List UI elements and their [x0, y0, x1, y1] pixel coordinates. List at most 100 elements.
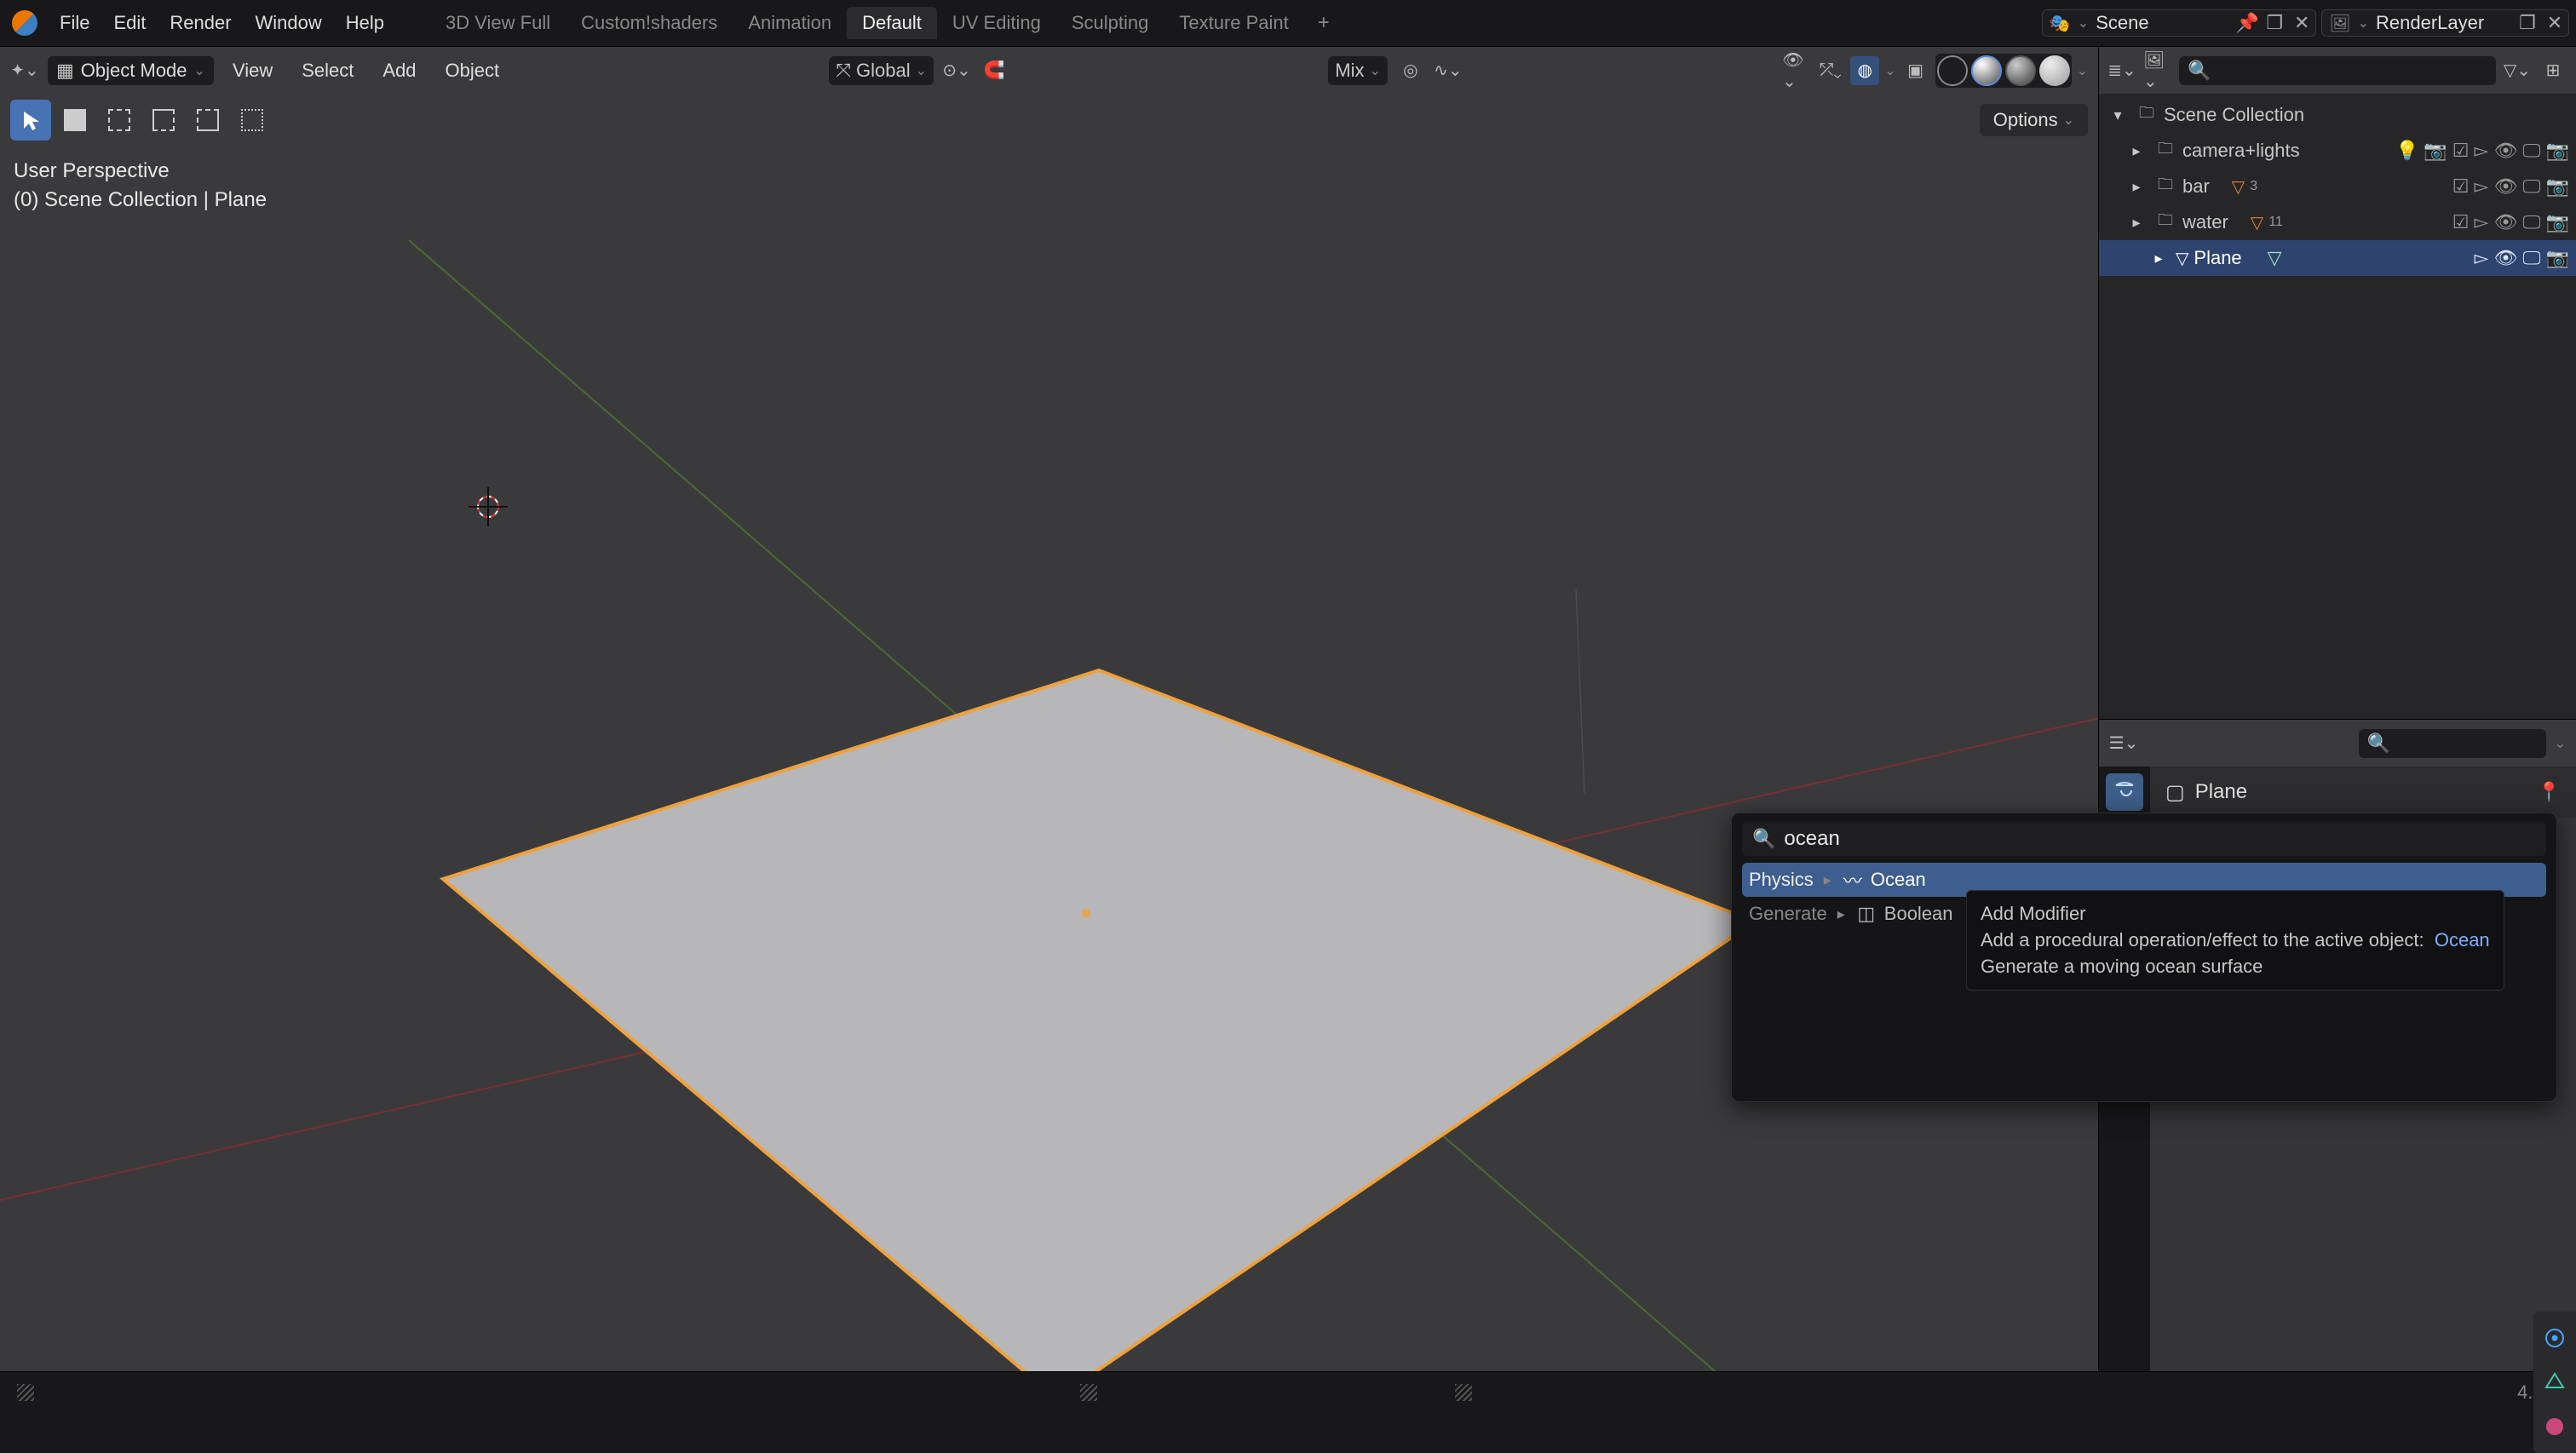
pin-icon[interactable]: 📍	[2538, 781, 2561, 803]
visibility-icon[interactable]: 👁⌄	[1782, 56, 1811, 85]
viewport-display-icon[interactable]: 🖵	[2522, 140, 2540, 162]
outliner-item[interactable]: ▸ 🗀 bar ▽ 3 ☑ ▻ 👁 🖵 📷	[2099, 169, 2576, 204]
outliner-editor-type-icon[interactable]: ≣⌄	[2107, 56, 2136, 85]
workspace-tab[interactable]: Sculpting	[1056, 7, 1164, 39]
visibility-icon[interactable]: 👁	[2493, 140, 2517, 162]
outliner-search[interactable]: 🔍	[2179, 56, 2496, 85]
gizmos-icon[interactable]: ⤱⌄	[1816, 56, 1845, 85]
workspace-tab[interactable]: 3D View Full	[430, 7, 566, 39]
viewport-menu-view[interactable]: View	[222, 56, 283, 85]
visibility-icon[interactable]: 👁	[2493, 211, 2517, 233]
visibility-icon[interactable]: 👁	[2493, 247, 2517, 269]
tool-select-3[interactable]	[187, 100, 228, 141]
viewport-menu-select[interactable]: Select	[291, 56, 364, 85]
area-corner-icon[interactable]	[17, 1384, 34, 1401]
menu-window[interactable]: Window	[244, 9, 334, 37]
outliner-search-input[interactable]	[2217, 60, 2487, 80]
tool-select-filled[interactable]	[55, 100, 95, 141]
3d-viewport[interactable]: User Perspective (0) Scene Collection | …	[0, 146, 2098, 1371]
viewport-display-icon[interactable]: 🖵	[2522, 175, 2540, 198]
properties-search-input[interactable]	[2397, 733, 2538, 753]
modifier-search-input[interactable]	[1784, 827, 2536, 851]
props-tab-modifiers[interactable]	[2106, 773, 2143, 811]
menu-edit[interactable]: Edit	[101, 9, 158, 37]
copy-layer-icon[interactable]: ❐	[2514, 9, 2541, 37]
xray-icon[interactable]: ▣	[1901, 56, 1930, 85]
modifier-search-field[interactable]: 🔍	[1742, 822, 2546, 856]
selectable-icon[interactable]: ▻	[2475, 175, 2489, 198]
render-icon[interactable]: 📷	[2546, 175, 2569, 198]
workspace-tab[interactable]: Animation	[733, 7, 847, 39]
scene-selector[interactable]: 🎭 ⌄ 📌 ❐ ✕	[2042, 9, 2316, 37]
transform-orientation[interactable]: ⤧ Global ⌄	[829, 56, 934, 85]
tool-select-2[interactable]	[143, 100, 184, 141]
interaction-mode[interactable]: ▦ Object Mode ⌄	[48, 56, 214, 85]
shading-rendered[interactable]	[2039, 55, 2070, 86]
selectable-icon[interactable]: ▻	[2475, 140, 2489, 162]
editor-type-icon[interactable]: ✦⌄	[10, 56, 39, 85]
outliner-item[interactable]: ▸ 🗀 water ▽ 11 ☑ ▻ 👁 🖵 📷	[2099, 204, 2576, 240]
viewport-display-icon[interactable]: 🖵	[2522, 247, 2540, 269]
render-icon[interactable]: 📷	[2546, 211, 2569, 233]
snap-toggle-icon[interactable]: 🧲	[980, 56, 1009, 85]
disclosure-icon[interactable]: ▸	[2125, 175, 2148, 198]
pin-icon[interactable]: 📌	[2234, 9, 2261, 37]
disclosure-icon[interactable]: ▸	[2147, 246, 2171, 270]
overlays-dropdown[interactable]: ⌄	[1884, 62, 1895, 79]
shading-wireframe[interactable]	[1937, 55, 1968, 86]
checkbox-icon[interactable]: ☑	[2452, 140, 2470, 162]
proportional-edit-icon[interactable]: ◎	[1396, 56, 1425, 85]
outliner-item[interactable]: ▸ 🗀 camera+lights 💡 📷 ☑ ▻ 👁 🖵 📷	[2099, 133, 2576, 169]
workspace-tab[interactable]: Texture Paint	[1164, 7, 1303, 39]
menu-help[interactable]: Help	[334, 9, 396, 37]
shading-material[interactable]	[2005, 55, 2036, 86]
outliner-item-selected[interactable]: ▸ ▽ Plane ▽ ▻ 👁 🖵 📷	[2099, 240, 2576, 276]
disclosure-icon[interactable]: ▾	[2106, 103, 2130, 127]
render-icon[interactable]: 📷	[2546, 247, 2569, 269]
menu-render[interactable]: Render	[158, 9, 243, 37]
viewlayer-name-input[interactable]	[2369, 12, 2514, 34]
outliner-display-mode-icon[interactable]: 🖼⌄	[2143, 56, 2172, 85]
workspace-add-button[interactable]: +	[1311, 10, 1337, 36]
copy-scene-icon[interactable]: ❐	[2261, 9, 2288, 37]
render-icon[interactable]: 📷	[2546, 140, 2569, 162]
menu-file[interactable]: File	[48, 9, 101, 37]
tool-select-1[interactable]	[99, 100, 140, 141]
delete-scene-icon[interactable]: ✕	[2288, 9, 2315, 37]
area-corner-icon[interactable]	[1080, 1384, 1097, 1401]
proportional-falloff-icon[interactable]: ∿⌄	[1434, 56, 1463, 85]
side-tab-1[interactable]	[2533, 1317, 2576, 1359]
snap-mode[interactable]: Mix ⌄	[1328, 56, 1388, 85]
viewport-menu-add[interactable]: Add	[372, 56, 426, 85]
side-tab-2[interactable]	[2533, 1361, 2576, 1404]
delete-layer-icon[interactable]: ✕	[2541, 9, 2568, 37]
workspace-tab[interactable]: UV Editing	[937, 7, 1056, 39]
outliner-filter-icon[interactable]: ▽⌄	[2503, 56, 2532, 85]
viewport-display-icon[interactable]: 🖵	[2522, 211, 2540, 233]
props-options-icon[interactable]: ⌄	[2555, 735, 2566, 752]
area-corner-icon[interactable]	[1455, 1384, 1472, 1401]
tool-options-button[interactable]: Options ⌄	[1980, 104, 2088, 136]
disclosure-icon[interactable]: ▸	[2125, 139, 2148, 163]
tool-select-box[interactable]	[10, 100, 51, 141]
outliner-root[interactable]: ▾ 🗀 Scene Collection	[2099, 97, 2576, 133]
outliner-new-collection-icon[interactable]: ⊞	[2539, 56, 2567, 85]
properties-search[interactable]: 🔍	[2359, 729, 2546, 758]
tool-select-4[interactable]	[232, 100, 273, 141]
visibility-icon[interactable]: 👁	[2493, 175, 2517, 198]
overlays-toggle-icon[interactable]: ◍	[1850, 56, 1879, 85]
scene-name-input[interactable]	[2089, 12, 2234, 34]
selectable-icon[interactable]: ▻	[2475, 211, 2489, 233]
checkbox-icon[interactable]: ☑	[2452, 175, 2470, 198]
checkbox-icon[interactable]: ☑	[2452, 211, 2470, 233]
selectable-icon[interactable]: ▻	[2475, 247, 2489, 269]
pivot-icon[interactable]: ⊙⌄	[942, 56, 971, 85]
viewlayer-selector[interactable]: 🖼 ⌄ ❐ ✕	[2321, 9, 2569, 37]
workspace-tab[interactable]: Custom!shaders	[566, 7, 733, 39]
props-editor-type-icon[interactable]: ☰⌄	[2109, 729, 2138, 758]
viewport-menu-object[interactable]: Object	[435, 56, 510, 85]
workspace-tab-active[interactable]: Default	[847, 7, 937, 39]
shading-dropdown[interactable]: ⌄	[2077, 62, 2088, 79]
disclosure-icon[interactable]: ▸	[2125, 210, 2148, 234]
shading-solid[interactable]	[1971, 55, 2002, 86]
